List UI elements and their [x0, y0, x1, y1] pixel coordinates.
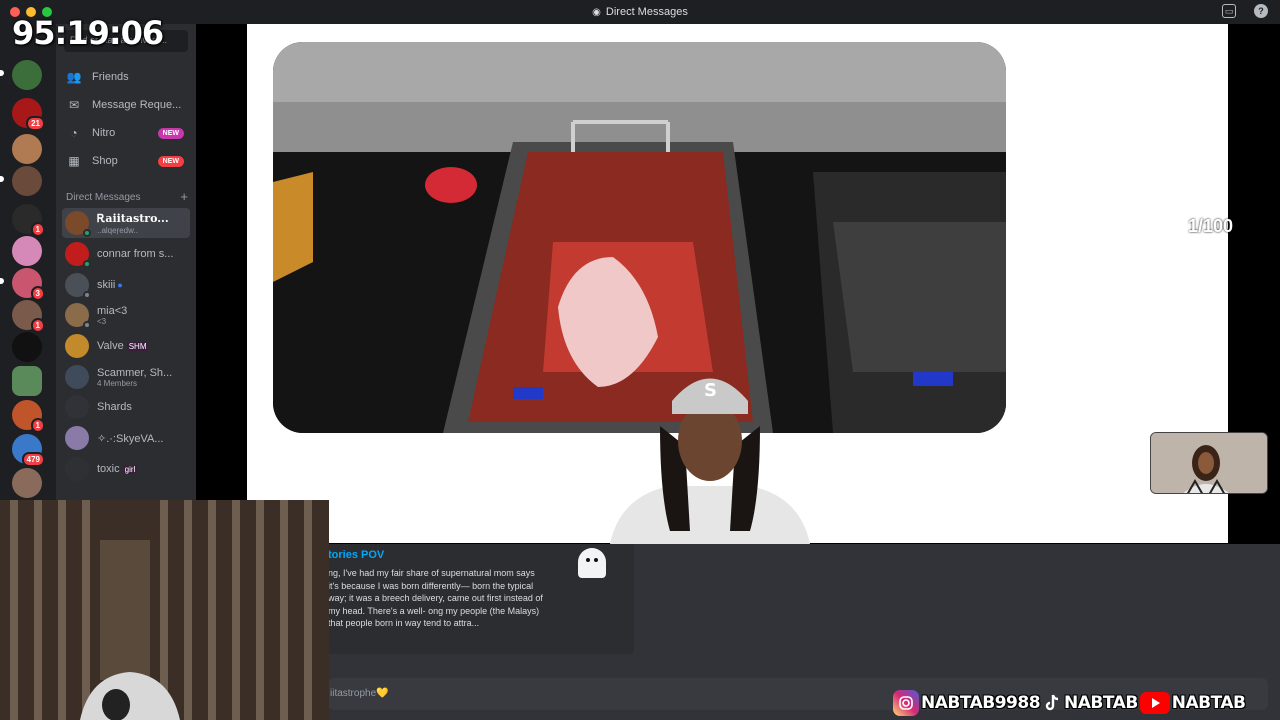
dm-name: mia<3: [97, 304, 128, 317]
dm-name: skiii: [97, 279, 116, 291]
dm-sidebar: Find or start a convers... 👥 Friends ✉ M…: [56, 24, 196, 500]
nav-nitro[interactable]: ◔ Nitro NEW: [62, 120, 190, 146]
instagram-handle: NABTAB9988: [921, 693, 1041, 713]
ghost-icon: [578, 548, 606, 578]
help-icon[interactable]: ?: [1254, 4, 1268, 18]
dm-item[interactable]: Valve SHM: [62, 331, 190, 361]
nav-label: Shop: [92, 155, 118, 167]
dm-item[interactable]: toxic girl: [62, 454, 190, 484]
dm-name: connar from s...: [97, 248, 174, 260]
dm-item[interactable]: mia<3 <3: [62, 300, 190, 330]
nav-shop[interactable]: ▦ Shop NEW: [62, 148, 190, 174]
server-icon[interactable]: [12, 366, 42, 396]
embed-title[interactable]: tories POV: [328, 549, 384, 561]
window-title: Direct Messages: [605, 6, 688, 18]
dm-status: <3: [97, 316, 107, 326]
dm-header-label: Direct Messages: [66, 192, 141, 203]
server-tag: girl: [122, 464, 138, 474]
envelope-icon: ✉: [68, 98, 80, 112]
server-icon[interactable]: [12, 332, 42, 362]
server-tag: SHM: [126, 341, 149, 351]
dm-item[interactable]: skiii ●: [62, 270, 190, 300]
avatar: [65, 242, 91, 268]
avatar: [65, 273, 91, 299]
nav-message-requests[interactable]: ✉ Message Reque...: [62, 92, 190, 118]
server-rail: 21 1 3 1 1 479: [0, 24, 56, 500]
dm-status: ..alqeŗedw..: [97, 225, 138, 235]
server-icon[interactable]: [12, 166, 42, 196]
youtube-icon: [1139, 692, 1170, 714]
nav-friends[interactable]: 👥 Friends: [62, 64, 190, 90]
dm-item[interactable]: Shards: [62, 392, 190, 422]
shop-icon: ▦: [68, 154, 80, 168]
nav-label: Message Reque...: [92, 99, 182, 111]
guest-person-image: [1151, 433, 1267, 493]
mention-badge: 3: [30, 286, 45, 301]
title-bar: ◉ Direct Messages ▭ ?: [0, 0, 1280, 24]
friends-icon: 👥: [66, 70, 82, 84]
avatar: [65, 426, 89, 450]
embed-description: ng, I've had my fair share of supernatur…: [328, 568, 543, 629]
mention-badge: 1: [30, 418, 45, 433]
svg-text:S: S: [704, 380, 717, 401]
mention-badge: 1: [30, 222, 45, 237]
room-scene-image: [0, 500, 329, 720]
avatar: [65, 334, 89, 358]
dm-item[interactable]: ✧.·:SkyeVA...: [62, 423, 190, 453]
server-icon[interactable]: 479: [12, 434, 45, 467]
server-icon[interactable]: [12, 468, 42, 498]
streamer-webcam: S: [600, 356, 820, 544]
group-avatar: [65, 365, 89, 389]
emoji-icon: ●: [117, 280, 123, 290]
server-icon[interactable]: 1: [12, 300, 45, 333]
guest-webcam: [1150, 432, 1268, 494]
avatar: [65, 303, 91, 329]
add-dm-button[interactable]: +: [180, 190, 188, 203]
streamer-person-image: S: [610, 378, 810, 544]
tiktok-handle: NABTAB: [1064, 693, 1138, 713]
dm-name: Shards: [97, 401, 132, 413]
avatar: [65, 457, 89, 481]
dm-name: ✧.·:SkyeVA...: [97, 432, 164, 445]
discord-icon: ◉: [592, 6, 601, 18]
server-icon[interactable]: 1: [12, 204, 45, 237]
dm-item[interactable]: Scammer, Sh... 4 Members: [62, 362, 190, 392]
social-handles: NABTAB9988 NABTAB NABTAB: [893, 688, 1246, 718]
stream-timer: 95:19:06: [12, 14, 164, 52]
dm-status: 4 Members: [97, 378, 138, 388]
progress-counter: 1/100: [1188, 216, 1234, 236]
server-icon[interactable]: 1: [12, 400, 45, 433]
server-icon[interactable]: 3: [12, 268, 45, 301]
server-icon[interactable]: [12, 236, 42, 266]
inbox-icon[interactable]: ▭: [1222, 4, 1236, 18]
server-icon[interactable]: [12, 134, 42, 164]
server-icon[interactable]: [12, 60, 42, 90]
nitro-icon: ◔: [70, 126, 78, 140]
nav-label: Nitro: [92, 127, 116, 139]
avatar: [65, 395, 89, 419]
youtube-handle: NABTAB: [1171, 693, 1246, 713]
mention-badge: 21: [26, 116, 45, 131]
instagram-icon: [893, 690, 919, 716]
server-icon[interactable]: 21: [12, 98, 45, 131]
mention-badge: 1: [30, 318, 45, 333]
unread-pill: [0, 70, 4, 76]
dm-name: Scammer, Sh...: [97, 366, 173, 379]
link-embed[interactable]: tories POV ng, I've had my fair share of…: [328, 544, 634, 654]
tiktok-icon: [1042, 690, 1062, 716]
dm-item[interactable]: connar from s...: [62, 239, 190, 269]
dm-name: Ꭱaiitastro...: [97, 211, 169, 225]
new-badge: NEW: [157, 127, 184, 139]
unread-pill: [0, 176, 4, 182]
room-webcam: [0, 500, 329, 720]
dm-name: toxic: [97, 463, 120, 475]
nav-label: Friends: [92, 71, 129, 83]
dm-item[interactable]: Ꭱaiitastro... ..alqeŗedw..: [62, 208, 190, 238]
unread-pill: [0, 278, 4, 284]
mention-badge: 479: [21, 452, 45, 467]
dm-name: Valve: [97, 340, 124, 352]
new-badge: NEW: [157, 155, 184, 167]
avatar: [65, 211, 91, 237]
dm-section-header: Direct Messages +: [66, 190, 188, 203]
